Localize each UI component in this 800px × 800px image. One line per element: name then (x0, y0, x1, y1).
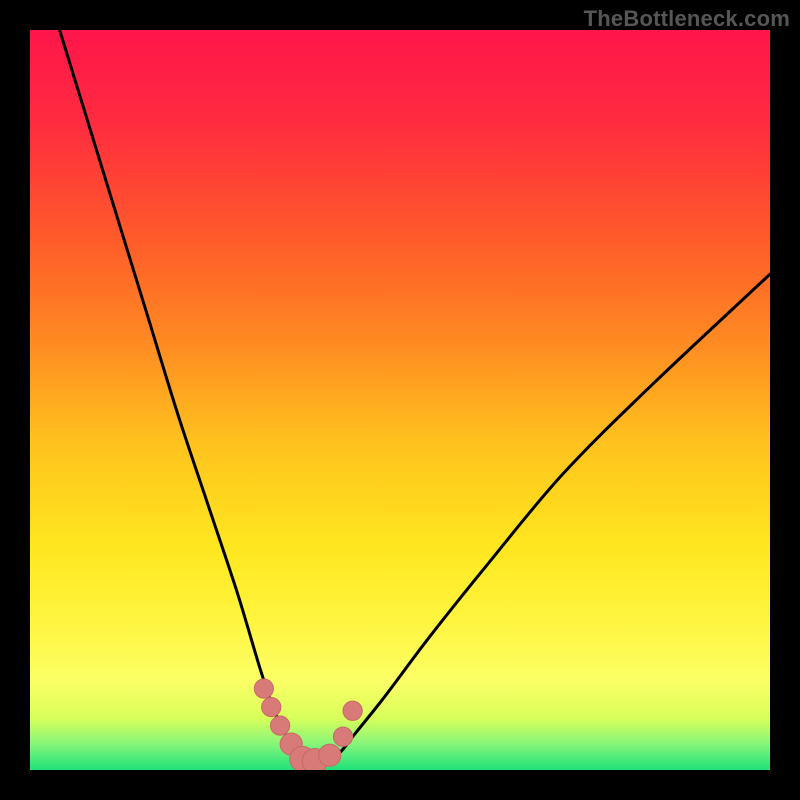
marker-point (271, 716, 290, 735)
marker-point (254, 679, 273, 698)
marker-point (343, 701, 362, 720)
plot-background (30, 30, 770, 770)
marker-point (319, 744, 341, 766)
marker-point (262, 697, 281, 716)
watermark-text: TheBottleneck.com (584, 6, 790, 32)
chart-stage: { "watermark": { "text": "TheBottleneck.… (0, 0, 800, 800)
bottleneck-chart (0, 0, 800, 800)
marker-point (333, 727, 352, 746)
